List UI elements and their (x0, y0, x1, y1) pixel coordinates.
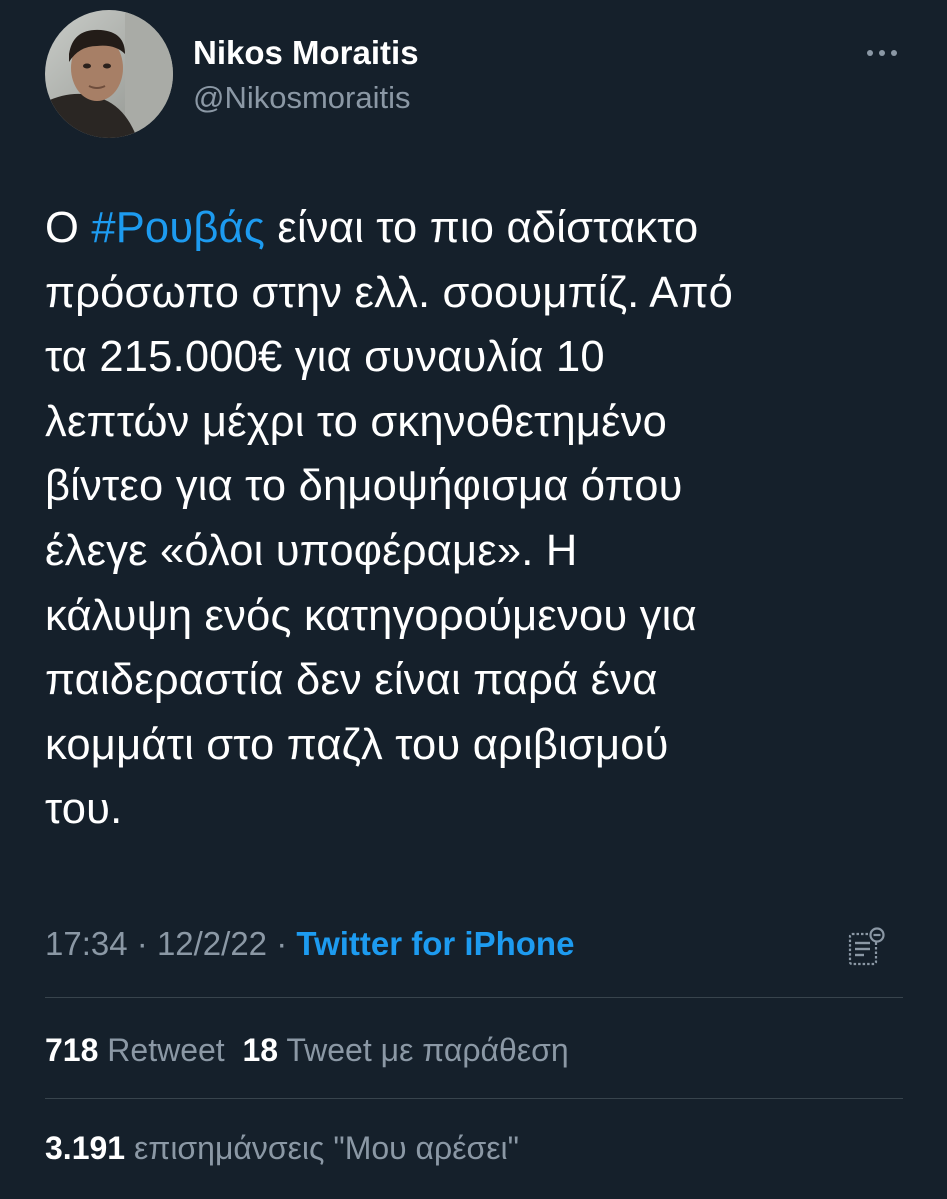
tweet-line: του. (45, 777, 905, 842)
display-name[interactable]: Nikos Moraitis (193, 34, 419, 72)
likes-count: 3.191 (45, 1130, 126, 1166)
retweets-stat[interactable]: 718 Retweet (45, 1032, 225, 1068)
tweet-line: βίντεο για το δημοψήφισμα όπου (45, 454, 905, 519)
tweet-text-segment: έλεγε «όλοι υποφέραμε». Η (45, 526, 578, 575)
tweet-text-segment: λεπτών μέχρι το σκηνοθετημένο (45, 397, 668, 446)
quotes-count: 18 (242, 1032, 279, 1068)
retweets-count: 718 (45, 1032, 99, 1068)
retweet-stats-row: 718 Retweet 18 Tweet με παράθεση (45, 1032, 569, 1069)
divider (45, 1098, 903, 1099)
tweet-analytics-icon[interactable] (846, 926, 886, 968)
tweet-line: παιδεραστία δεν είναι παρά ένα (45, 648, 905, 713)
tweet-text: Ο #Ρουβάς είναι το πιο αδίστακτο πρόσωπο … (45, 196, 905, 842)
more-options-icon[interactable] (862, 38, 902, 68)
tweet-date: 12/2/22 (156, 925, 268, 962)
tweet-text-segment: κομμάτι στο παζλ του αριβισμού (45, 720, 669, 769)
tweet-text-segment: τα 215.000€ για συναυλία 10 (45, 333, 605, 382)
likes-stat[interactable]: 3.191 επισημάνσεις "Μου αρέσει" (45, 1130, 519, 1166)
tweet-text-segment: βίντεο για το δημοψήφισμα όπου (45, 462, 683, 511)
tweet-line: τα 215.000€ για συναυλία 10 (45, 325, 905, 390)
tweet-text-segment: πρόσωπο στην ελλ. σοουμπίζ. Από (45, 268, 734, 317)
tweet-line: πρόσωπο στην ελλ. σοουμπίζ. Από (45, 261, 905, 326)
tweet-source-link[interactable]: Twitter for iPhone (296, 925, 574, 962)
quotes-label: Tweet με παράθεση (286, 1032, 569, 1068)
divider (45, 997, 903, 998)
tweet-line: Ο #Ρουβάς είναι το πιο αδίστακτο (45, 196, 905, 261)
tweet-line: κομμάτι στο παζλ του αριβισμού (45, 713, 905, 778)
tweet-text-segment: Ο (45, 204, 92, 252)
likes-stats-row: 3.191 επισημάνσεις "Μου αρέσει" (45, 1130, 519, 1167)
quotes-stat[interactable]: 18 Tweet με παράθεση (242, 1032, 568, 1068)
meta-separator: · (136, 925, 148, 962)
tweet-line: λεπτών μέχρι το σκηνοθετημένο (45, 390, 905, 455)
meta-separator: · (276, 925, 288, 962)
tweet-text-segment: παιδεραστία δεν είναι παρά ένα (45, 656, 658, 705)
likes-label: επισημάνσεις "Μου αρέσει" (133, 1130, 519, 1166)
tweet-time: 17:34 (45, 925, 128, 962)
user-handle[interactable]: @Nikosmoraitis (193, 80, 411, 116)
tweet-line: κάλυψη ενός κατηγορούμενου για (45, 584, 905, 649)
avatar[interactable] (45, 10, 173, 138)
tweet-line: έλεγε «όλοι υποφέραμε». Η (45, 519, 905, 584)
profile-photo (45, 10, 173, 138)
hashtag-link[interactable]: #Ρουβάς (91, 204, 265, 252)
tweet-text-segment: του. (45, 785, 123, 834)
tweet-meta: 17:34 · 12/2/22 · Twitter for iPhone (45, 925, 574, 963)
retweets-label: Retweet (107, 1032, 225, 1068)
tweet-text-segment: κάλυψη ενός κατηγορούμενου για (45, 591, 697, 640)
tweet-text-segment: είναι το πιο αδίστακτο (265, 204, 699, 252)
